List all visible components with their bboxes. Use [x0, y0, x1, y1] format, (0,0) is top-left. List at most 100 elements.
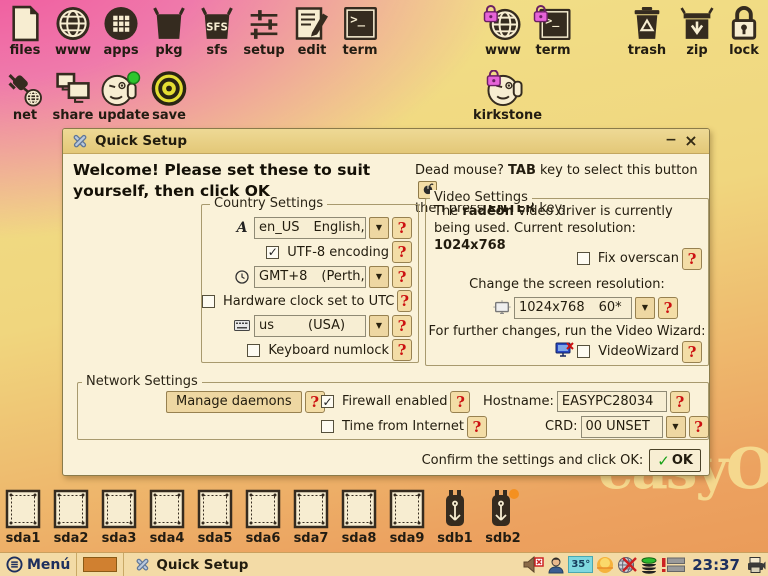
clock[interactable]: 23:37: [692, 556, 740, 574]
desktop-icon-net[interactable]: net: [2, 70, 48, 123]
crd-combobox[interactable]: 00 UNSET: [581, 416, 663, 438]
video-wizard-checkbox[interactable]: [577, 345, 590, 358]
padlock-icon: [727, 5, 761, 42]
hostname-help-button[interactable]: ?: [670, 391, 690, 413]
desktop-icon-share[interactable]: share: [50, 70, 96, 123]
timezone-dropdown-arrow[interactable]: ▼: [369, 266, 389, 288]
drive-icon-sda9[interactable]: sda9: [384, 489, 430, 546]
resolution-combobox[interactable]: 1024x768 60*: [514, 297, 632, 319]
weather-icon[interactable]: [596, 556, 614, 574]
video-wizard-help-button[interactable]: ?: [682, 341, 702, 363]
drive-icon-sda5[interactable]: sda5: [192, 489, 238, 546]
partition-icon: [197, 489, 233, 529]
cpu-meter-icon[interactable]: [661, 557, 686, 573]
utf8-checkbox[interactable]: ✓: [266, 246, 279, 259]
manage-daemons-button[interactable]: Manage daemons: [166, 391, 302, 413]
desktop-icon-label: term: [337, 44, 383, 58]
desktop-icon-files[interactable]: files: [2, 5, 48, 58]
terminal-icon: >_: [342, 5, 379, 42]
desktop-icon-label: term: [530, 44, 576, 58]
drive-label: sdb1: [432, 531, 478, 546]
drive-icon-sda7[interactable]: sda7: [288, 489, 334, 546]
time-internet-checkbox[interactable]: [321, 420, 334, 433]
numlock-checkbox[interactable]: [247, 344, 260, 357]
utf8-label: UTF-8 encoding: [287, 245, 389, 260]
keyboard-dropdown-arrow[interactable]: ▼: [369, 315, 389, 337]
desktop-icon-www-locked[interactable]: www: [480, 5, 526, 58]
locale-combobox[interactable]: en_US English, US: [254, 217, 366, 239]
desktop-icon-label: edit: [289, 44, 335, 58]
desktop-icon-apps[interactable]: apps: [98, 5, 144, 58]
desktop-icon-setup[interactable]: setup: [241, 5, 287, 58]
smiley-lock-icon: [483, 70, 527, 107]
time-internet-help-button[interactable]: ?: [467, 416, 487, 438]
desktop-icon-label: www: [50, 44, 96, 58]
numlock-help-button[interactable]: ?: [392, 339, 412, 361]
desktop-icon-label: pkg: [146, 44, 192, 58]
drive-icon-sda4[interactable]: sda4: [144, 489, 190, 546]
desktop-icon-sfs[interactable]: SFS sfs: [194, 5, 240, 58]
firewall-help-button[interactable]: ?: [450, 391, 470, 413]
drive-icon-sda6[interactable]: sda6: [240, 489, 286, 546]
user-icon[interactable]: [547, 556, 565, 574]
fix-overscan-row: Fix overscan ?: [577, 247, 702, 270]
desktop-pager[interactable]: [83, 557, 117, 572]
network-disconnected-icon[interactable]: [617, 556, 637, 574]
desktop-icon-edit[interactable]: edit: [289, 5, 335, 58]
layers-icon[interactable]: [640, 556, 658, 574]
desktop-icon-lock[interactable]: lock: [721, 5, 767, 58]
desktop-icon-pkg[interactable]: pkg: [146, 5, 192, 58]
volume-muted-icon[interactable]: [523, 556, 544, 574]
drive-icon-sdb2[interactable]: sdb2: [480, 489, 526, 546]
crd-dropdown-arrow[interactable]: ▼: [666, 416, 686, 438]
taskbar-task-quick-setup[interactable]: Quick Setup: [124, 553, 258, 576]
crd-help-button[interactable]: ?: [689, 416, 709, 438]
drive-icon-sdb1[interactable]: sdb1: [432, 489, 478, 546]
resolution-help-button[interactable]: ?: [658, 297, 678, 319]
ok-button[interactable]: ✓ OK: [649, 449, 701, 472]
window-body: Welcome! Please set these to suit yourse…: [63, 154, 709, 476]
utf8-row: ✓ UTF-8 encoding ?: [202, 241, 418, 264]
utf8-help-button[interactable]: ?: [392, 241, 412, 263]
usb-icon: [440, 489, 470, 529]
close-button[interactable]: ×: [681, 132, 701, 150]
desktop-icon-term-locked[interactable]: >_ term: [530, 5, 576, 58]
hwclock-checkbox[interactable]: [202, 295, 215, 308]
keyboard-help-button[interactable]: ?: [392, 315, 412, 337]
timezone-help-button[interactable]: ?: [392, 266, 412, 288]
drive-icon-sda2[interactable]: sda2: [48, 489, 94, 546]
hostname-input[interactable]: [557, 391, 667, 412]
desktop-icon-label: update: [98, 109, 144, 123]
temperature-badge[interactable]: 35°: [568, 556, 593, 573]
keyboard-layout-combobox[interactable]: us (USA): [254, 315, 366, 337]
zip-icon: [678, 5, 716, 42]
menu-button[interactable]: Menú: [0, 553, 77, 576]
firewall-checkbox[interactable]: ✓: [321, 395, 334, 408]
numlock-label: Keyboard numlock: [268, 343, 389, 358]
desktop-icon-trash[interactable]: trash: [624, 5, 670, 58]
partition-icon: [101, 489, 137, 529]
drive-icon-sda3[interactable]: sda3: [96, 489, 142, 546]
minimize-button[interactable]: −: [661, 132, 681, 150]
fix-overscan-help-button[interactable]: ?: [682, 248, 702, 270]
resolution-dropdown-arrow[interactable]: ▼: [635, 297, 655, 319]
desktop-icon-zip[interactable]: zip: [674, 5, 720, 58]
locale-dropdown-arrow[interactable]: ▼: [369, 217, 389, 239]
drive-icon-sda1[interactable]: sda1: [0, 489, 46, 546]
hwclock-label: Hardware clock set to UTC: [223, 294, 394, 309]
locale-help-button[interactable]: ?: [392, 217, 412, 239]
desktop-icon-save[interactable]: save: [146, 70, 192, 123]
tab-key-label: TAB: [508, 163, 536, 178]
window-titlebar[interactable]: Quick Setup − ×: [63, 129, 709, 154]
drive-icon-sda8[interactable]: sda8: [336, 489, 382, 546]
desktop-icon-update[interactable]: update: [98, 70, 144, 123]
fix-overscan-checkbox[interactable]: [577, 252, 590, 265]
desktop-icon-www[interactable]: www: [50, 5, 96, 58]
timezone-combobox[interactable]: GMT+8 (Perth, Sin: [254, 266, 366, 288]
printer-icon[interactable]: [746, 556, 766, 574]
dead-mouse-text: key to select this button: [540, 163, 698, 178]
desktop-icon-term[interactable]: >_ term: [337, 5, 383, 58]
desktop-icon-kirkstone[interactable]: kirkstone: [473, 70, 537, 123]
hwclock-help-button[interactable]: ?: [397, 290, 412, 312]
timezone-row: GMT+8 (Perth, Sin ▼ ?: [202, 265, 418, 288]
